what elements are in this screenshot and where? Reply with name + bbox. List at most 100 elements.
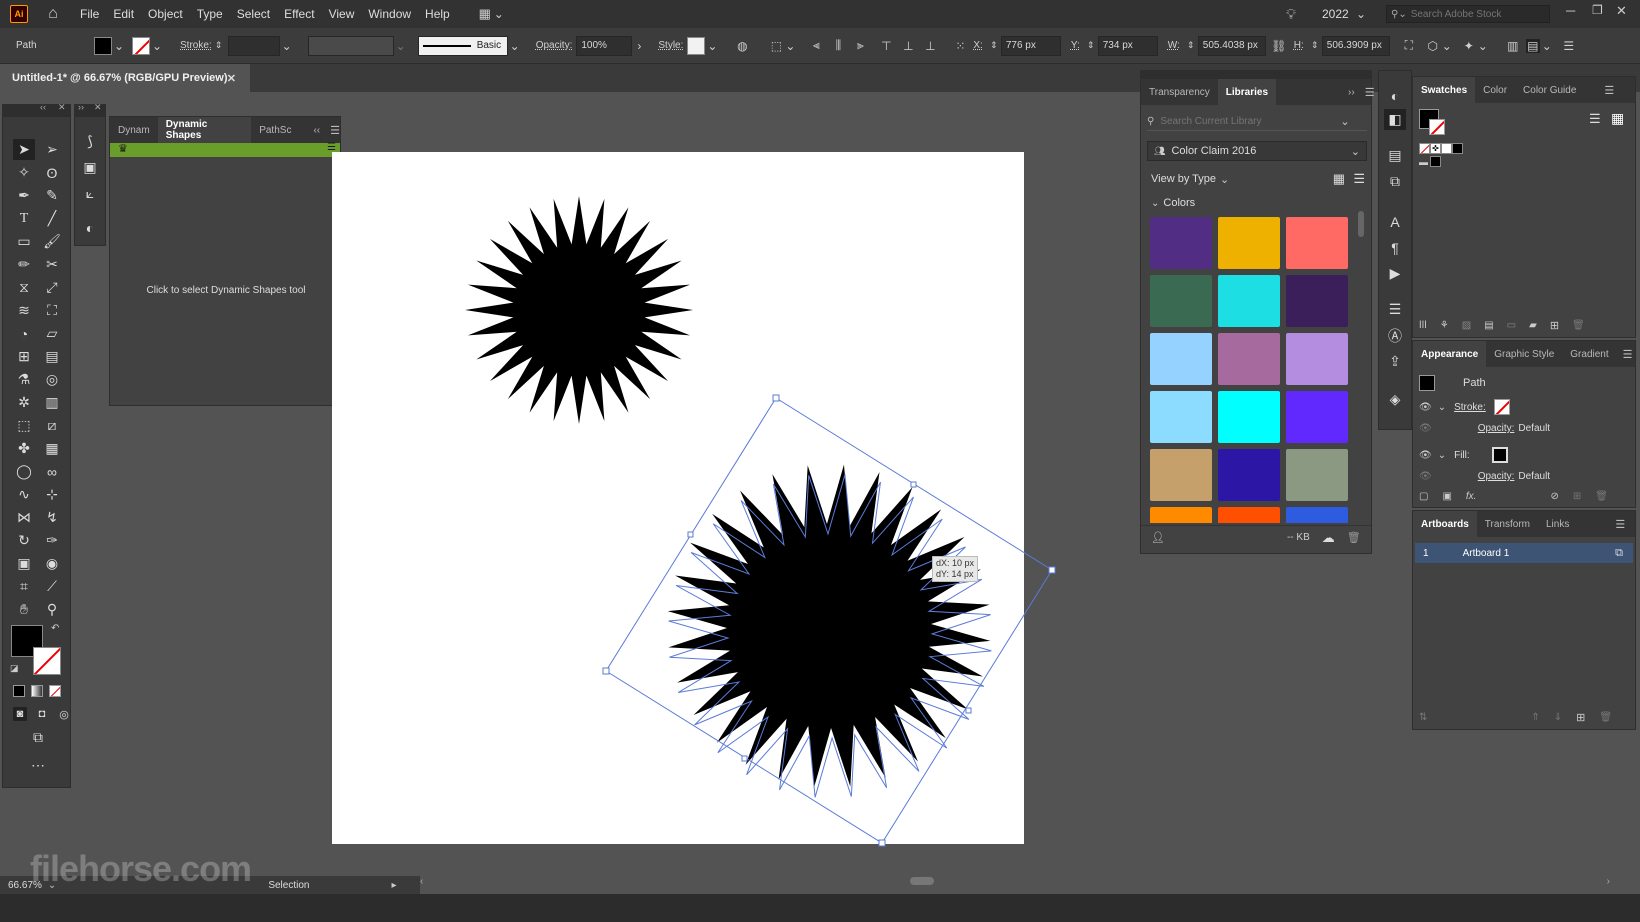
color-group-icon[interactable]: ▤ xyxy=(1484,320,1493,331)
home-icon[interactable]: ⌂ xyxy=(46,5,60,22)
library-color-swatch[interactable] xyxy=(1286,391,1348,443)
more-tools-icon[interactable]: ⋯ xyxy=(27,755,49,776)
trash-icon[interactable]: 🗑︎ xyxy=(1599,712,1612,723)
library-color-swatch[interactable] xyxy=(1286,507,1348,523)
tab-links[interactable]: Links xyxy=(1538,511,1577,537)
appearance-stroke-label[interactable]: Stroke: xyxy=(1454,402,1486,413)
type-tool-icon[interactable]: T xyxy=(13,208,35,229)
appearance-stroke-opacity-row[interactable]: 👁︎ Opacity: Default xyxy=(1419,423,1550,434)
library-color-swatch[interactable] xyxy=(1218,333,1280,385)
brush-field[interactable]: Basic xyxy=(417,35,508,56)
menu-effect[interactable]: Effect xyxy=(284,7,314,21)
new-folder-icon[interactable]: ▰ xyxy=(1529,320,1537,331)
eye-icon[interactable]: 👁︎ xyxy=(1419,450,1432,461)
handle[interactable] xyxy=(910,481,917,488)
image-trace-tool-icon[interactable]: ▣ xyxy=(13,553,35,574)
artboard-options-icon[interactable]: ⧉ xyxy=(1615,547,1623,560)
artboard-tool-icon[interactable]: ⬚ xyxy=(13,415,35,436)
trash-icon[interactable]: 🗑︎ xyxy=(1572,320,1585,331)
stroke-none-swatch[interactable] xyxy=(1493,399,1510,415)
draw-inside-icon[interactable]: ◎ xyxy=(57,707,71,721)
add-stroke-icon[interactable]: ▢ xyxy=(1419,491,1428,502)
dynamic-curve-tool-icon[interactable]: ⟆ xyxy=(79,131,101,152)
tab-swatches[interactable]: Swatches xyxy=(1413,77,1476,103)
isolate-icon[interactable]: ✦ xyxy=(1462,39,1476,53)
restore-icon[interactable]: ❐ xyxy=(1592,3,1603,17)
paintbrush-tool-icon[interactable]: 🖌︎ xyxy=(41,231,63,252)
swatch-black[interactable] xyxy=(1452,143,1463,154)
h-field[interactable]: 506.3909 px xyxy=(1321,35,1390,56)
tab-pathsc[interactable]: PathSc xyxy=(251,117,299,143)
tab-dynamic-shapes[interactable]: Dynamic Shapes xyxy=(157,117,252,143)
panel-menu-icon[interactable]: ☰ xyxy=(1615,518,1625,531)
mesh-tool-icon[interactable]: ⊞ xyxy=(13,346,35,367)
new-artboard-icon[interactable]: ⊞ xyxy=(1576,711,1585,724)
selection-tool-icon[interactable]: ➤ xyxy=(13,139,35,160)
stroke-color-box[interactable] xyxy=(1429,119,1445,135)
reflect-tool-icon[interactable]: ⧖ xyxy=(13,277,35,298)
eye-icon[interactable]: 👁︎ xyxy=(1419,402,1432,413)
tab-transparency[interactable]: Transparency xyxy=(1141,79,1218,105)
magic-wand-tool-icon[interactable]: ✧ xyxy=(13,162,35,183)
workspace-year[interactable]: 2022 xyxy=(1322,7,1349,21)
w-label[interactable]: W: xyxy=(1168,40,1180,51)
library-color-swatch[interactable] xyxy=(1218,391,1280,443)
chevron-down-icon[interactable]: ⌄ xyxy=(1476,39,1490,53)
align-to-icon[interactable]: ⬚ xyxy=(769,39,783,53)
panel-menu-icon[interactable]: ☰ xyxy=(1623,348,1633,361)
curvature-tool-icon[interactable]: ✎ xyxy=(41,185,63,206)
appearance-fill-row[interactable]: 👁︎ ⌄ Fill: xyxy=(1419,447,1508,463)
handle[interactable] xyxy=(878,839,886,847)
selected-starburst-shape[interactable] xyxy=(607,404,1052,849)
library-color-swatch[interactable] xyxy=(1218,217,1280,269)
chevron-down-icon[interactable]: ⌄ xyxy=(783,39,797,53)
stock-search[interactable]: ⚲⌄ xyxy=(1386,5,1550,23)
h-label[interactable]: H: xyxy=(1294,40,1304,51)
line-tool-icon[interactable]: ╱ xyxy=(41,208,63,229)
variable-width-field[interactable] xyxy=(307,35,394,56)
x-label[interactable]: X: xyxy=(973,40,982,51)
chevron-down-icon[interactable]: ⌄ xyxy=(508,39,522,53)
menu-select[interactable]: Select xyxy=(237,7,270,21)
perspective-grid-tool-icon[interactable]: ▱ xyxy=(41,323,63,344)
recolor-icon[interactable]: ◍ xyxy=(735,39,749,53)
fill-stroke-widget[interactable]: ↶ ◪ xyxy=(10,623,65,677)
scissors-tool-icon[interactable]: ✂ xyxy=(41,254,63,275)
brush-paint-tool-icon[interactable]: ✑ xyxy=(41,530,63,551)
transform-icon[interactable]: ⛶ xyxy=(1402,38,1416,53)
tab-graphic-style[interactable]: Graphic Style xyxy=(1486,341,1562,367)
reference-point-icon[interactable]: ⁙ xyxy=(953,39,967,53)
document-tab[interactable]: Untitled-1* @ 66.67% (RGB/GPU Preview) ✕ xyxy=(0,64,250,92)
library-search[interactable]: ⚲ ⌄ xyxy=(1147,113,1367,131)
fill-black-swatch[interactable] xyxy=(1491,447,1508,463)
style-label[interactable]: Style: xyxy=(658,40,683,51)
menu-file[interactable]: File xyxy=(80,7,99,21)
workspace-layout-icon[interactable]: ▦ xyxy=(478,6,492,21)
chevron-right-icon[interactable]: › xyxy=(632,39,646,53)
menu-view[interactable]: View xyxy=(329,7,355,21)
blend-tool-icon[interactable]: ◎ xyxy=(41,369,63,390)
layers-panel-icon[interactable]: ◈ xyxy=(1384,389,1406,410)
colors-section-header[interactable]: ⌄ Colors xyxy=(1151,197,1195,209)
align-panel-icon[interactable]: ▤ xyxy=(1384,145,1406,166)
handle[interactable] xyxy=(1048,566,1056,574)
gradient-tool-icon[interactable]: ▤ xyxy=(41,346,63,367)
color-mode-icon[interactable] xyxy=(13,685,25,697)
tab-libraries[interactable]: Libraries xyxy=(1217,79,1277,105)
trash-icon[interactable]: 🗑︎ xyxy=(1595,491,1608,502)
dynamic-shape-tool-icon[interactable]: ◐ xyxy=(79,217,101,238)
handle[interactable] xyxy=(687,531,694,538)
view-by-type[interactable]: View by Type xyxy=(1151,173,1216,185)
cloud-icon[interactable]: ☁ xyxy=(1322,530,1335,546)
collapse-icon[interactable]: ‹‹ xyxy=(313,125,320,136)
knife-tool-icon[interactable]: ⟋ xyxy=(41,576,63,597)
trash-icon[interactable]: 🗑︎ xyxy=(1347,531,1361,544)
spiral-tool-icon[interactable]: ◉ xyxy=(41,553,63,574)
library-color-swatch[interactable] xyxy=(1286,449,1348,501)
stroke-weight-field[interactable] xyxy=(227,35,280,56)
library-color-swatch[interactable] xyxy=(1218,275,1280,327)
hand-tool-icon[interactable]: ✋︎ xyxy=(13,599,35,620)
chevron-down-icon[interactable]: ⌄ xyxy=(1340,115,1349,128)
panel-menu-icon[interactable]: ☰ xyxy=(1604,84,1614,97)
chevron-down-icon[interactable]: ⌄ xyxy=(1354,7,1368,21)
